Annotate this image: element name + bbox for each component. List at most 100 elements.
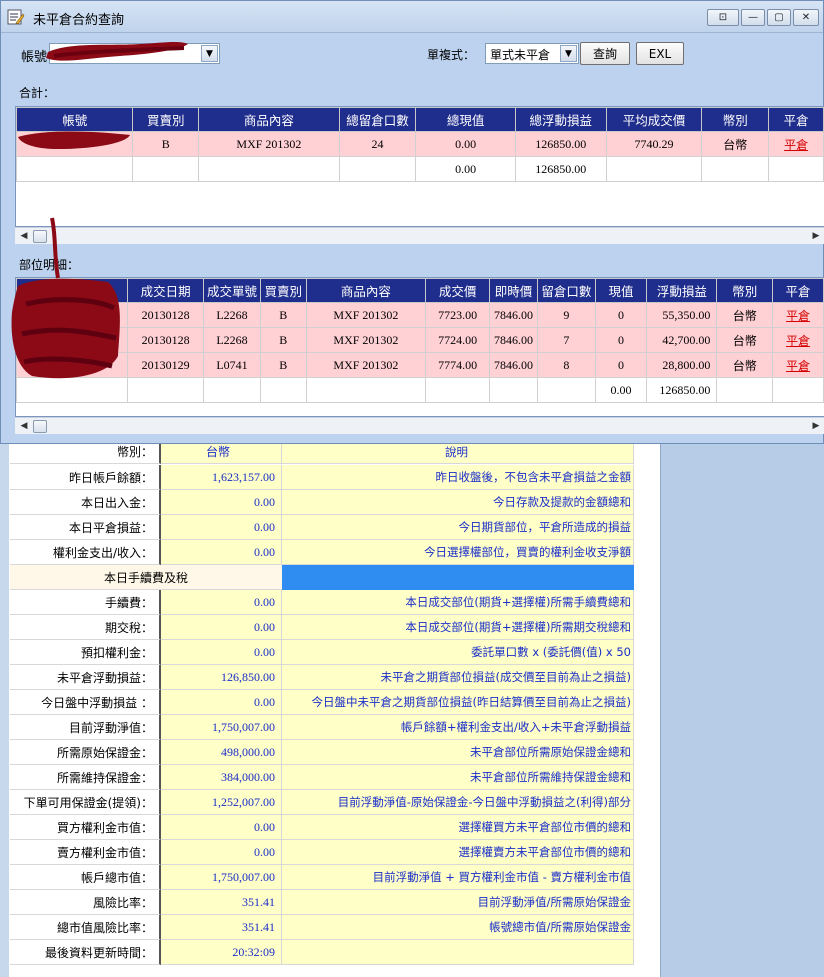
window-title: 未平倉合約查詢 <box>33 13 125 28</box>
dropdown-arrow-icon: ▼ <box>201 45 218 62</box>
detail-col-header[interactable]: 平倉 <box>772 278 824 303</box>
summary-row[interactable]: B MXF 201302 24 0.00 126850.00 7740.29 台幣 平倉 <box>16 131 824 157</box>
detail-cell-value: 0 <box>594 352 648 378</box>
summary-item-label: 所需維持保證金： <box>10 765 161 790</box>
detail-cell-lots: 8 <box>536 352 596 378</box>
detail-cell-price: 7774.00 <box>425 352 491 378</box>
summary-col-header[interactable]: 總浮動損益 <box>514 107 607 132</box>
detail-col-header[interactable]: 買賣別 <box>259 278 307 303</box>
summary-item-row: 所需維持保證金： 384,000.00 未平倉部位所需維持保證金總和 <box>10 765 634 790</box>
detail-cell-side <box>259 377 307 403</box>
summary-row[interactable]: 0.00 126850.00 <box>16 156 824 182</box>
export-excel-button[interactable]: EXL <box>636 42 684 65</box>
summary-item-description: 未平倉之期貨部位損益(成交價至目前為止之損益) <box>282 665 634 690</box>
detail-cell-date: 20130128 <box>127 327 205 353</box>
summary-scrollbar[interactable]: ◀ ▶ <box>15 227 824 244</box>
detail-cell-lots <box>536 377 596 403</box>
detail-col-header[interactable]: 成交價 <box>425 278 491 303</box>
detail-row[interactable]: 20130129 L0741 B MXF 201302 7774.00 7846.00 8 0… <box>16 352 824 378</box>
detail-col-header[interactable]: 幣別 <box>716 278 774 303</box>
title-bar[interactable]: 未平倉合約查詢 ⊡ — ▢ ✕ <box>1 1 823 33</box>
summary-item-label: 手續費： <box>10 590 161 615</box>
summary-col-header[interactable]: 幣別 <box>701 107 770 132</box>
summary-item-description: 目前浮動淨值 + 買方權利金市值 - 賣方權利金市值 <box>282 865 634 890</box>
summary-cell-avg-price <box>605 156 703 182</box>
detail-row[interactable]: 20130128 L2268 B MXF 201302 7723.00 7846.00 9 0… <box>16 302 824 328</box>
detail-cell-side: B <box>259 352 307 378</box>
mode-select[interactable]: 單式未平倉 ▼ <box>485 43 579 64</box>
detail-row[interactable]: 20130128 L2268 B MXF 201302 7724.00 7846.00 7 0… <box>16 327 824 353</box>
detail-cell-side: B <box>259 327 307 353</box>
summary-item-label: 權利金支出/收入： <box>10 540 161 565</box>
summary-cell-action[interactable]: 平倉 <box>768 131 824 157</box>
close-position-link[interactable]: 平倉 <box>786 359 810 373</box>
detail-cell-product: MXF 201302 <box>305 352 427 378</box>
summary-item-label: 下單可用保證金(提領)： <box>10 790 161 815</box>
detail-cell-price <box>425 377 491 403</box>
minimize-button[interactable]: — <box>741 9 765 26</box>
detail-cell-date: 20130128 <box>127 302 205 328</box>
summary-item-row: 目前浮動淨值： 1,750,007.00 帳戶餘額+權利金支出/收入+未平倉浮動損益 <box>10 715 634 740</box>
summary-cell-side <box>132 156 200 182</box>
close-position-link[interactable]: 平倉 <box>786 334 810 348</box>
detail-row[interactable]: 0.00 126850.00 <box>16 377 824 403</box>
app-icon <box>7 9 25 25</box>
summary-item-value: 0.00 <box>161 840 282 865</box>
maximize-button[interactable]: ▢ <box>767 9 791 26</box>
summary-item-label: 目前浮動淨值： <box>10 715 161 740</box>
detail-cell-currency: 台幣 <box>716 327 774 353</box>
detail-col-header[interactable]: 商品內容 <box>305 278 427 303</box>
detail-scrollbar[interactable]: ◀ ▶ <box>15 417 824 434</box>
detail-cell-pnl: 28,800.00 <box>646 352 718 378</box>
close-position-link[interactable]: 平倉 <box>784 138 808 152</box>
summary-item-value: 0.00 <box>161 540 282 565</box>
close-button[interactable]: ✕ <box>793 9 819 26</box>
scroll-right-icon[interactable]: ▶ <box>810 230 822 242</box>
detail-col-header[interactable]: 成交單號 <box>203 278 261 303</box>
summary-item-value: 498,000.00 <box>161 740 282 765</box>
maximize-icon: ▢ <box>774 12 784 23</box>
detail-cell-side: B <box>259 302 307 328</box>
mode-value: 單式未平倉 <box>490 48 551 62</box>
detail-col-header[interactable]: 留倉口數 <box>536 278 596 303</box>
summary-col-header[interactable]: 平倉 <box>768 107 824 132</box>
close-position-link[interactable]: 平倉 <box>786 309 810 323</box>
summary-item-value: 1,750,007.00 <box>161 715 282 740</box>
query-button[interactable]: 查詢 <box>580 42 630 65</box>
detail-cell-currency: 台幣 <box>716 302 774 328</box>
summary-col-header[interactable]: 商品內容 <box>198 107 340 132</box>
summary-cell-value: 0.00 <box>415 131 516 157</box>
detail-col-header[interactable]: 浮動損益 <box>646 278 718 303</box>
detail-col-header[interactable]: 成交日期 <box>127 278 205 303</box>
detail-cell-action[interactable]: 平倉 <box>772 302 824 328</box>
detail-col-header[interactable]: 即時價 <box>489 278 538 303</box>
summary-item-description: 選擇權買方未平倉部位市價的總和 <box>282 815 634 840</box>
detail-cell-order: L2268 <box>203 302 261 328</box>
summary-item-description: 帳號總市值/所需原始保證金 <box>282 915 634 940</box>
detail-cell-last: 7846.00 <box>489 327 538 353</box>
detail-cell-action[interactable]: 平倉 <box>772 327 824 353</box>
detail-cell-pnl: 55,350.00 <box>646 302 718 328</box>
summary-item-description: 目前浮動淨值/所需原始保證金 <box>282 890 634 915</box>
summary-item-row: 期交稅： 0.00 本日成交部位(期貨+選擇權)所需期交稅總和 <box>10 615 634 640</box>
summary-item-description: 昨日收盤後，不包含未平倉損益之金額 <box>282 465 634 490</box>
summary-item-description: 目前浮動淨值-原始保證金-今日盤中浮動損益之(利得)部分 <box>282 790 634 815</box>
summary-cell-product <box>198 156 340 182</box>
summary-cell-action[interactable] <box>768 156 824 182</box>
summary-item-row: 昨日帳戶餘額： 1,623,157.00 昨日收盤後，不包含未平倉損益之金額 <box>10 465 634 490</box>
detail-col-header[interactable]: 現值 <box>594 278 648 303</box>
summary-item-value: 0.00 <box>161 615 282 640</box>
summary-col-header[interactable]: 買賣別 <box>132 107 200 132</box>
scroll-right-icon[interactable]: ▶ <box>810 420 822 432</box>
detail-cell-action[interactable]: 平倉 <box>772 352 824 378</box>
detail-cell-pnl: 126850.00 <box>646 377 718 403</box>
summary-cell-side: B <box>132 131 200 157</box>
restore-tile-button[interactable]: ⊡ <box>707 9 739 26</box>
summary-col-header[interactable]: 總現值 <box>415 107 516 132</box>
detail-cell-action[interactable] <box>772 377 824 403</box>
summary-col-header[interactable]: 總留倉口數 <box>338 107 417 132</box>
scroll-thumb[interactable] <box>33 420 47 433</box>
summary-item-description: 本日成交部位(期貨+選擇權)所需期交稅總和 <box>282 615 634 640</box>
summary-col-header[interactable]: 平均成交價 <box>605 107 703 132</box>
scroll-left-icon[interactable]: ◀ <box>18 420 30 432</box>
